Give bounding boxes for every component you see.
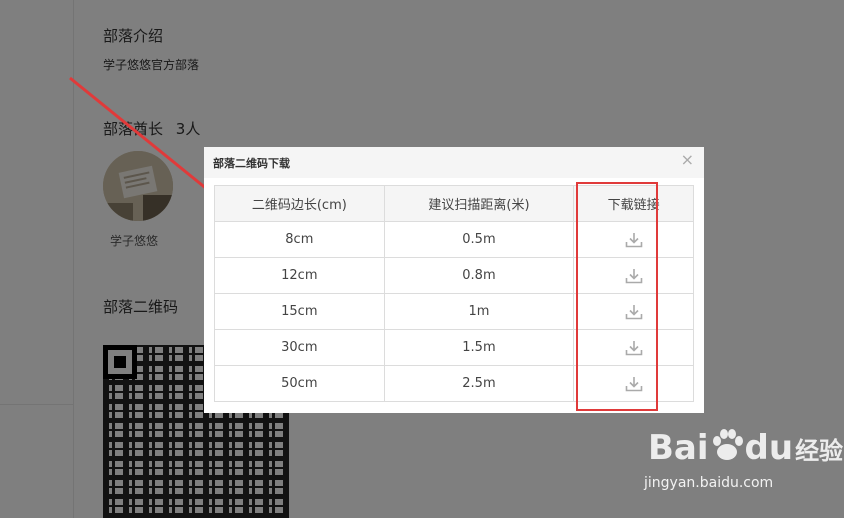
paw-icon (712, 429, 743, 460)
cell-distance: 1.5m (383, 329, 575, 366)
watermark-logo: Bai du经验 (648, 428, 843, 468)
download-icon[interactable] (625, 304, 643, 320)
watermark-logo-bai: Bai (648, 428, 709, 468)
dialog-title: 部落二维码下载 (213, 157, 290, 170)
table-row: 50cm 2.5m (214, 365, 694, 402)
cell-download (573, 329, 694, 366)
cell-distance: 2.5m (383, 365, 575, 402)
header-size: 二维码边长(cm) (214, 185, 385, 222)
header-download: 下载链接 (573, 185, 694, 222)
cell-distance: 1m (383, 293, 575, 330)
cell-distance: 0.5m (383, 221, 575, 258)
cell-size: 12cm (214, 257, 385, 294)
download-icon[interactable] (625, 376, 643, 392)
cell-download (573, 221, 694, 258)
table-row: 15cm 1m (214, 293, 694, 330)
cell-download (573, 293, 694, 330)
download-icon[interactable] (625, 232, 643, 248)
baidu-jingyan-watermark: Bai du经验 jingyan.baidu.com (644, 428, 843, 498)
download-icon[interactable] (625, 340, 643, 356)
table-header-row: 二维码边长(cm) 建议扫描距离(米) 下载链接 (214, 185, 694, 222)
watermark-url: jingyan.baidu.com (644, 475, 774, 491)
cell-size: 30cm (214, 329, 385, 366)
cell-size: 15cm (214, 293, 385, 330)
qrcode-download-dialog: 部落二维码下载 × 二维码边长(cm) 建议扫描距离(米) 下载链接 8cm 0… (204, 147, 704, 413)
dialog-header: 部落二维码下载 × (204, 147, 704, 178)
header-distance: 建议扫描距离(米) (383, 185, 575, 222)
cell-size: 8cm (214, 221, 385, 258)
table-row: 30cm 1.5m (214, 329, 694, 366)
cell-distance: 0.8m (383, 257, 575, 294)
table-row: 8cm 0.5m (214, 221, 694, 258)
download-icon[interactable] (625, 268, 643, 284)
close-icon[interactable]: × (681, 151, 694, 169)
watermark-logo-du: du (744, 428, 794, 468)
cell-size: 50cm (214, 365, 385, 402)
cell-download (573, 365, 694, 402)
cell-download (573, 257, 694, 294)
table-row: 12cm 0.8m (214, 257, 694, 294)
watermark-logo-cn: 经验 (795, 437, 844, 465)
qrcode-size-table: 二维码边长(cm) 建议扫描距离(米) 下载链接 8cm 0.5m 12cm 0… (214, 185, 694, 402)
